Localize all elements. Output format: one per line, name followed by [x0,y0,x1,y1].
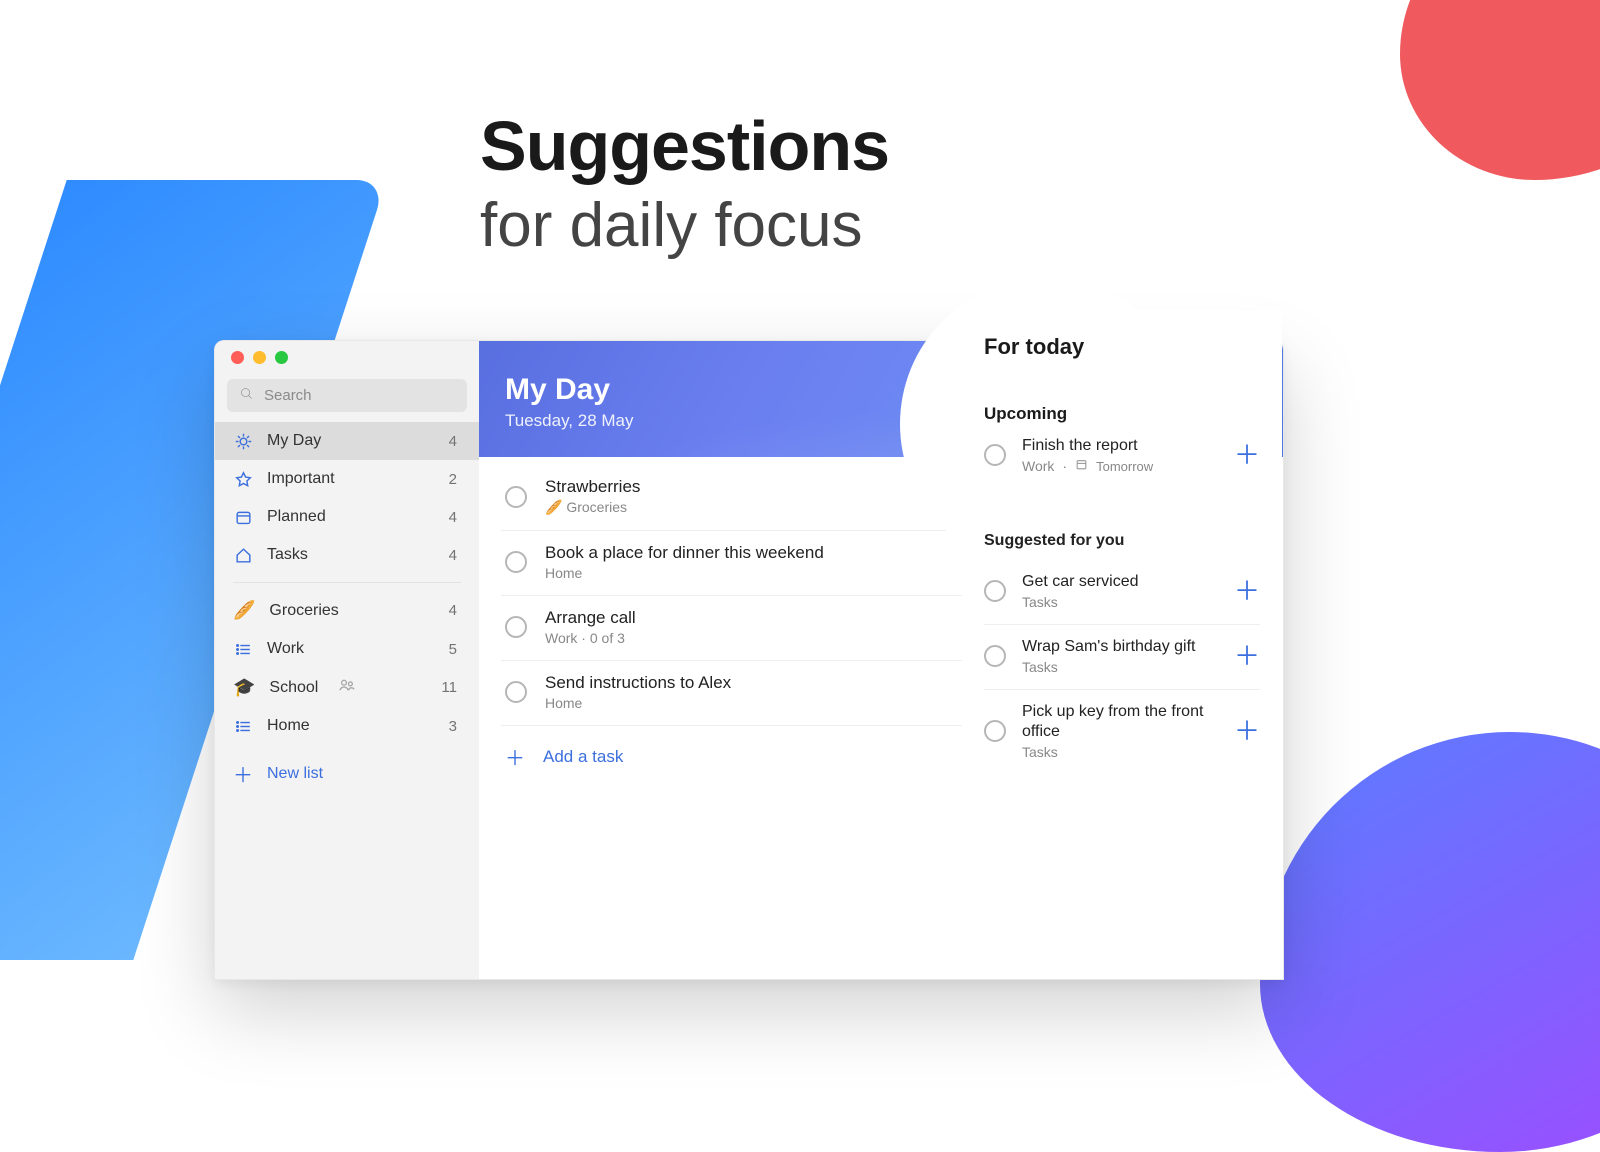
sidebar-item-count: 4 [449,602,461,619]
suggestion-meta: Tasks [1022,594,1218,610]
sidebar-item-planned[interactable]: Planned 4 [215,498,479,536]
search-icon [239,386,254,405]
task-checkbox[interactable] [984,720,1006,742]
suggested-task-row[interactable]: Get car serviced Tasks ＋ [984,560,1260,625]
sidebar-item-label: Planned [267,508,326,526]
graduation-cap-icon: 🎓 [233,677,255,698]
shared-list-icon [338,678,356,697]
sidebar-item-label: My Day [267,432,321,450]
sidebar-list-home[interactable]: Home 3 [215,707,479,745]
close-dot-icon[interactable] [231,351,244,364]
task-checkbox[interactable] [505,551,527,573]
hero-heading: Suggestions for daily focus [480,110,889,261]
task-checkbox[interactable] [505,616,527,638]
home-icon [233,545,253,565]
sidebar-item-label: Tasks [267,546,308,564]
panel-title: For today [984,334,1260,360]
add-to-my-day-button[interactable]: ＋ [1234,442,1260,468]
bg-shape-bottom-right [1260,732,1600,1152]
sidebar: Search My Day 4 Important [215,341,479,979]
add-to-my-day-button[interactable]: ＋ [1234,643,1260,669]
task-checkbox[interactable] [984,444,1006,466]
suggested-task-row[interactable]: Pick up key from the front office Tasks … [984,690,1260,774]
plus-icon: ＋ [233,759,253,788]
suggestion-title: Wrap Sam's birthday gift [1022,637,1218,657]
sidebar-item-count: 3 [449,718,461,735]
sidebar-item-count: 4 [449,547,461,564]
traffic-lights [215,341,479,373]
star-icon [233,469,253,489]
search-input[interactable]: Search [227,379,467,412]
suggestion-title: Finish the report [1022,436,1218,456]
bg-shape-top-right [1400,0,1600,180]
user-lists: 🥖 Groceries 4 Work 5 🎓 School [215,591,479,745]
suggested-heading: Suggested for you [984,532,1260,550]
minimize-dot-icon[interactable] [253,351,266,364]
sidebar-item-count: 11 [441,679,461,696]
sidebar-item-label: Groceries [269,602,338,620]
sidebar-item-count: 5 [449,641,461,658]
sidebar-item-count: 2 [449,471,461,488]
sidebar-list-school[interactable]: 🎓 School 11 [215,668,479,707]
sidebar-list-work[interactable]: Work 5 [215,630,479,668]
calendar-mini-icon [1075,458,1088,474]
sidebar-separator [233,582,461,583]
suggestion-meta: Tasks [1022,659,1218,675]
sidebar-item-tasks[interactable]: Tasks 4 [215,536,479,574]
sidebar-item-count: 4 [449,509,461,526]
new-list-button[interactable]: ＋ New list [215,745,479,802]
task-checkbox[interactable] [984,580,1006,602]
upcoming-heading: Upcoming [984,404,1260,424]
add-task-label: Add a task [543,747,623,767]
task-checkbox[interactable] [984,645,1006,667]
sidebar-item-label: Important [267,470,335,488]
add-to-my-day-button[interactable]: ＋ [1234,578,1260,604]
suggested-task-row[interactable]: Wrap Sam's birthday gift Tasks ＋ [984,625,1260,690]
sidebar-item-label: Home [267,717,310,735]
baguette-icon: 🥖 [233,600,255,621]
maximize-dot-icon[interactable] [275,351,288,364]
new-list-label: New list [267,765,323,783]
suggestion-title: Pick up key from the front office [1022,702,1218,742]
hero-line1: Suggestions [480,110,889,184]
hero-line2: for daily focus [480,190,889,261]
list-bullets-icon [233,716,253,736]
suggestion-title: Get car serviced [1022,572,1218,592]
search-placeholder: Search [264,387,312,404]
add-to-my-day-button[interactable]: ＋ [1234,718,1260,744]
suggestions-panel: For today Upcoming Finish the report Wor… [962,310,1282,950]
sidebar-item-label: Work [267,640,304,658]
task-checkbox[interactable] [505,486,527,508]
smart-lists: My Day 4 Important 2 Planned [215,422,479,574]
sidebar-item-important[interactable]: Important 2 [215,460,479,498]
sidebar-item-count: 4 [449,433,461,450]
suggestion-meta: Tasks [1022,744,1218,760]
sidebar-list-groceries[interactable]: 🥖 Groceries 4 [215,591,479,630]
task-checkbox[interactable] [505,681,527,703]
upcoming-task-row[interactable]: Finish the report Work· Tomorrow ＋ [984,424,1260,488]
sidebar-item-my-day[interactable]: My Day 4 [215,422,479,460]
list-bullets-icon [233,639,253,659]
sun-icon [233,431,253,451]
sidebar-item-label: School [269,679,318,697]
suggestion-meta: Work· Tomorrow [1022,458,1218,474]
calendar-icon [233,507,253,527]
plus-icon: ＋ [505,742,525,771]
